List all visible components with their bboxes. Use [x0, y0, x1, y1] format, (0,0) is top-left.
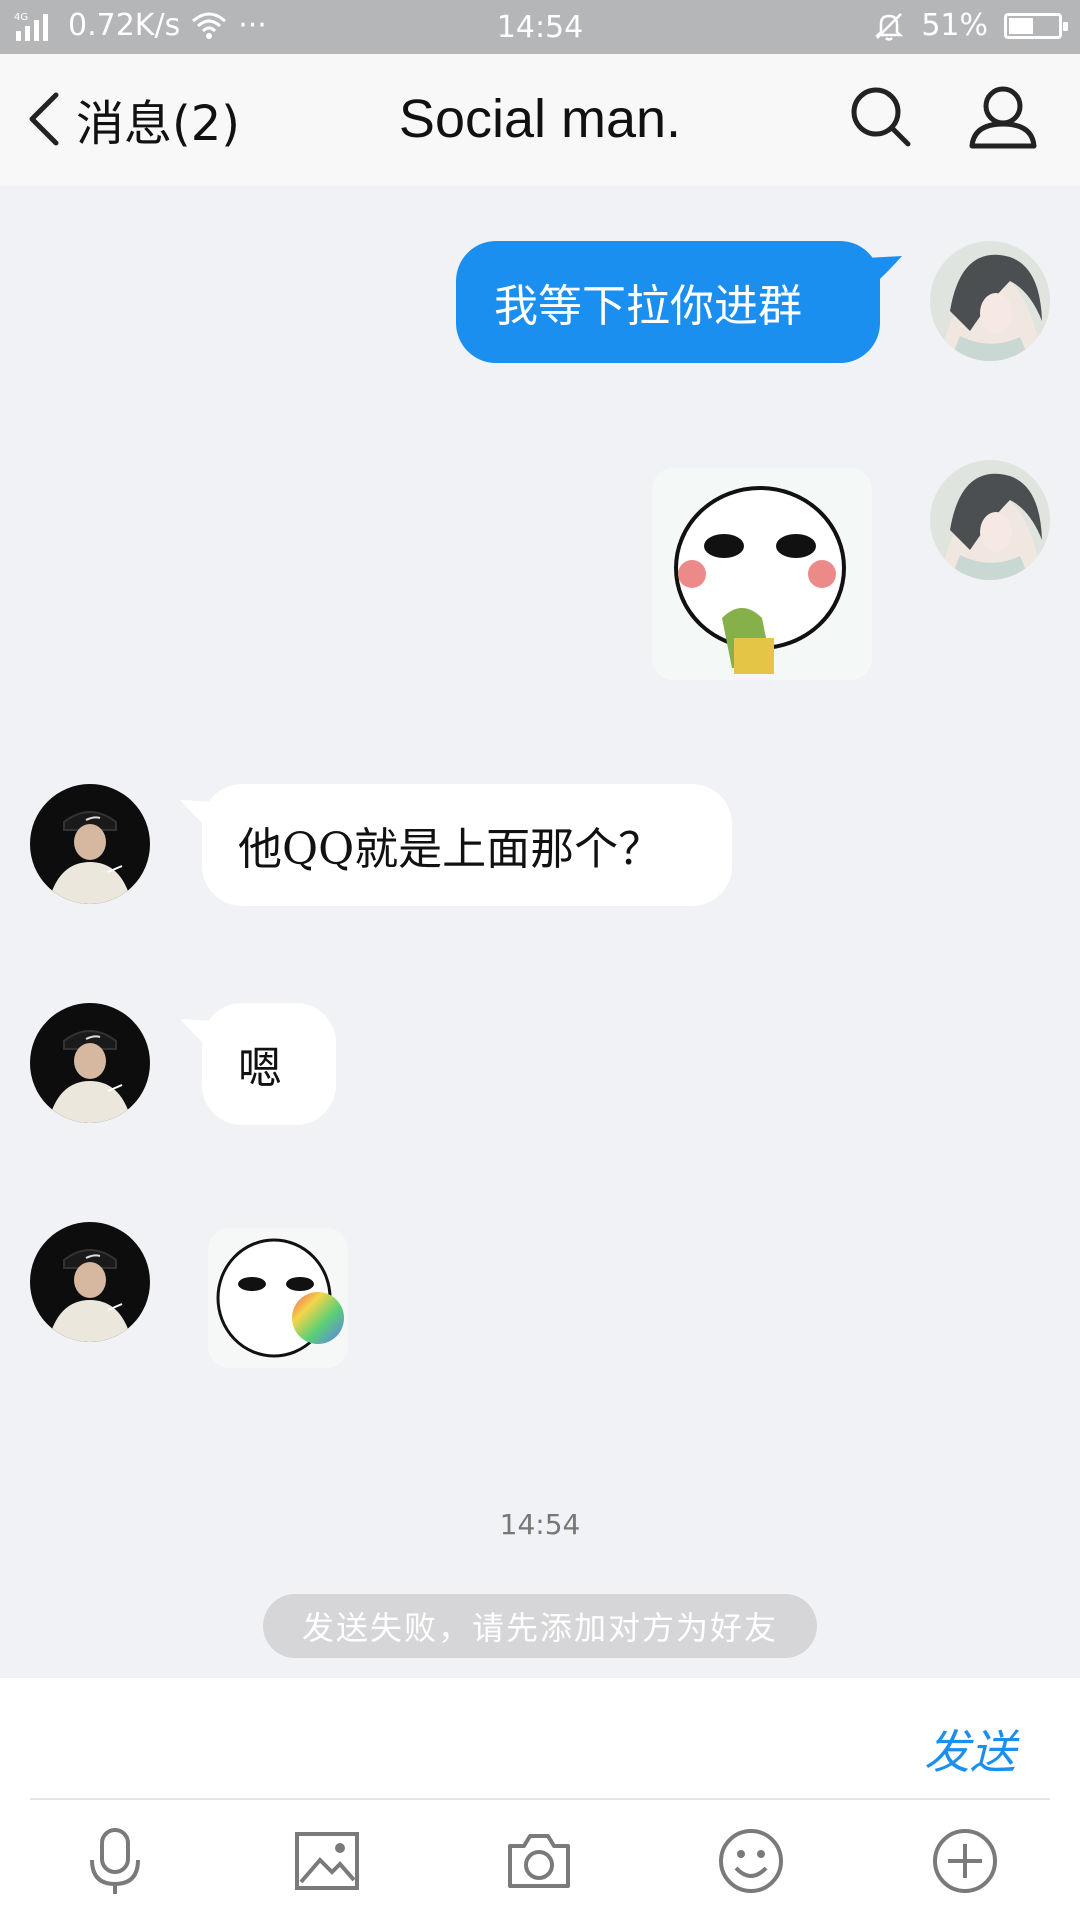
anime-avatar-image [930, 460, 1050, 580]
anime-avatar-image [930, 241, 1050, 361]
contact-avatar[interactable] [30, 1222, 150, 1342]
contact-avatar[interactable] [30, 784, 150, 904]
chat-title: Social man. [398, 89, 682, 149]
contact-photo [30, 1222, 150, 1342]
message-text: 嗯 [238, 1043, 282, 1094]
message-bubble-incoming[interactable]: 嗯 [202, 1003, 336, 1125]
sticker-drawing [208, 1228, 348, 1368]
message-text: 我等下拉你进群 [494, 281, 802, 332]
my-avatar[interactable] [930, 241, 1050, 361]
rainbow-face-sticker[interactable] [208, 1228, 348, 1368]
sticker-drawing [652, 468, 872, 680]
my-avatar[interactable] [930, 460, 1050, 580]
microphone-icon[interactable] [80, 1826, 150, 1896]
input-area: 发送 [0, 1678, 1080, 1920]
status-bar: 4G 0.72K/s ··· 14:54 51% [0, 0, 1080, 54]
contact-photo [30, 784, 150, 904]
input-divider [30, 1798, 1050, 1800]
drinking-face-sticker[interactable] [652, 468, 872, 680]
plus-icon[interactable] [930, 1826, 1000, 1896]
bubble-tail [866, 256, 902, 286]
battery-fill [1009, 17, 1034, 34]
camera-icon[interactable] [504, 1826, 574, 1896]
message-text: 他QQ就是上面那个？ [238, 824, 663, 875]
contact-avatar[interactable] [30, 1003, 150, 1123]
battery-icon [1004, 12, 1068, 39]
contact-photo [30, 1003, 150, 1123]
emoji-icon[interactable] [716, 1826, 786, 1896]
send-failed-notice: 发送失败，请先添加对方为好友 [263, 1594, 817, 1658]
status-right: 51% [873, 8, 1068, 43]
mute-bell-icon [875, 12, 904, 41]
message-bubble-outgoing[interactable]: 我等下拉你进群 [456, 241, 880, 363]
send-button[interactable]: 发送 [924, 1716, 1016, 1782]
message-timestamp: 14:54 [499, 1508, 581, 1541]
battery-percent: 51% [921, 8, 988, 43]
message-bubble-incoming[interactable]: 他QQ就是上面那个？ [202, 784, 732, 906]
image-icon[interactable] [292, 1826, 362, 1896]
profile-icon[interactable] [968, 84, 1038, 150]
nav-bar: 消息(2) Social man. [0, 54, 1080, 186]
message-input[interactable] [30, 1698, 890, 1788]
search-icon[interactable] [848, 84, 914, 150]
